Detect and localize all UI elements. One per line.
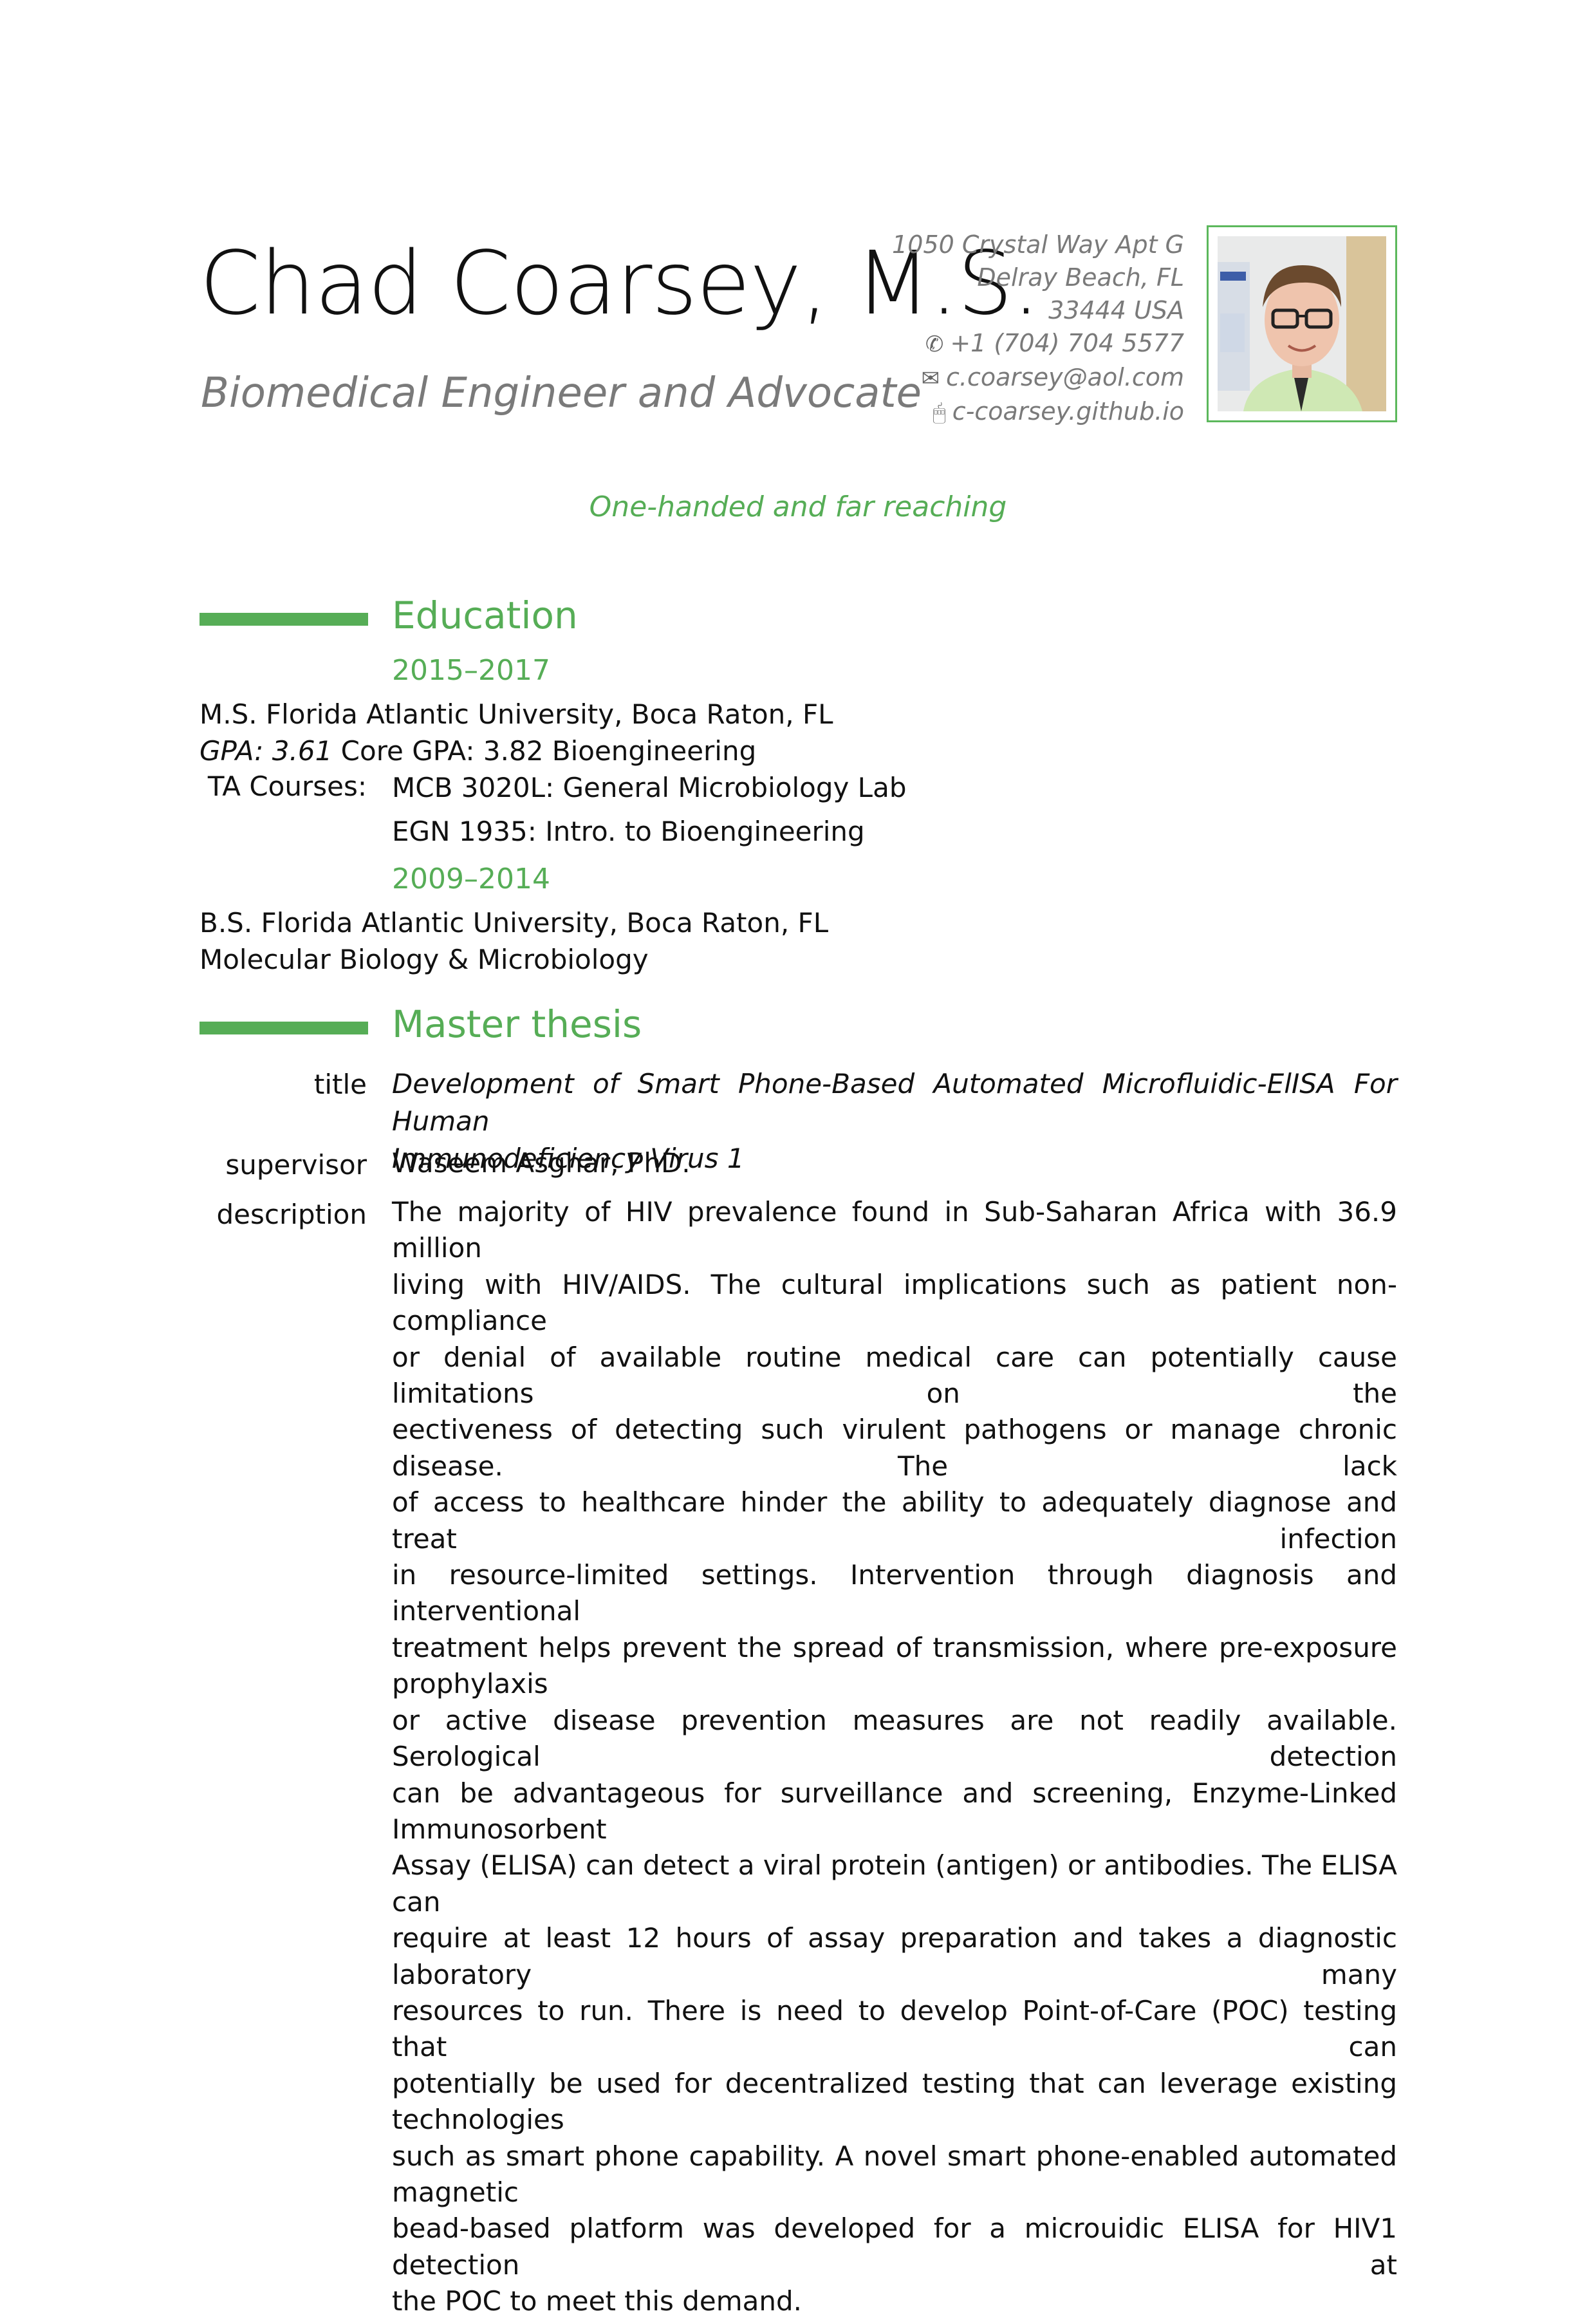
education-major-bs: Molecular Biology & Microbiology [200,944,649,975]
thesis-description: The majority of HIV prevalence found in … [392,1194,1397,2320]
address-line-1: 1050 Crystal Way Apt G [892,230,1184,259]
education-gpa: GPA: 3.61 [200,735,333,767]
description-line: can be advantageous for surveillance and… [392,1777,1397,1845]
candidate-subtitle: Biomedical Engineer and Advocate [201,370,922,417]
profile-photo-image [1218,236,1386,411]
contact-block: 1050 Crystal Way Apt G Delray Beach, FL … [849,229,1184,429]
education-degree-bs: B.S. Florida Atlantic University, Boca R… [200,907,829,939]
ta-course-item: EGN 1935: Intro. to Bioengineering [392,816,865,847]
phone-row: ✆ +1 (704) 704 5577 [849,327,1184,361]
ta-courses-label: TA Courses: [207,771,367,802]
section-title-thesis: Master thesis [392,1002,642,1046]
thesis-description-label: description [216,1199,367,1230]
thesis-title-line: Development of Smart Phone-Based Automat… [392,1068,1397,1137]
description-line: or active disease prevention measures ar… [392,1704,1397,1773]
description-line: resources to run. There is need to devel… [392,1994,1397,2063]
profile-photo [1207,225,1397,422]
description-line: Assay (ELISA) can detect a viral protein… [392,1849,1397,1918]
ta-course-item: MCB 3020L: General Microbiology Lab [392,772,907,803]
section-bar-education [200,613,368,626]
description-line: such as smart phone capability. A novel … [392,2140,1397,2208]
description-line: or denial of available routine medical c… [392,1341,1397,1410]
description-line: the POC to meet this demand. [392,2285,803,2317]
description-line: living with HIV/AIDS. The cultural impli… [392,1268,1397,1337]
thesis-supervisor: Waseem Asghar, PhD. [392,1147,691,1179]
website-row[interactable]: 🖱 c-coarsey.github.io [849,395,1184,429]
tagline-quote: One-handed and far reaching [589,491,1007,523]
description-line: bead-based platform was developed for a … [392,2212,1397,2281]
description-line: of access to healthcare hinder the abili… [392,1486,1397,1555]
section-bar-thesis [200,1022,368,1034]
education-date-ms: 2015–2017 [392,654,550,687]
description-line: treatment helps prevent the spread of tr… [392,1631,1397,1700]
description-line: eectiveness of detecting such virulent p… [392,1414,1397,1482]
education-gpa-row: GPA: 3.61 Core GPA: 3.82 Bioengineering [200,734,756,769]
education-date-bs: 2009–2014 [392,863,550,895]
phone-icon: ✆ [925,332,944,357]
website-link[interactable]: c-coarsey.github.io [952,397,1184,426]
description-line: in resource-limited settings. Interventi… [392,1559,1397,1627]
section-title-education: Education [392,594,578,637]
description-line: potentially be used for decentralized te… [392,2067,1397,2136]
address-line-3: 33444 USA [1048,296,1184,324]
mouse-icon: 🖱 [933,400,946,426]
thesis-supervisor-label: supervisor [225,1149,367,1181]
thesis-title-label: title [313,1069,367,1100]
education-degree-ms: M.S. Florida Atlantic University, Boca R… [200,698,833,730]
address-line-2: Delray Beach, FL [977,263,1184,292]
email-link[interactable]: c.coarsey@aol.com [946,363,1184,391]
email-row[interactable]: ✉ c.coarsey@aol.com [849,361,1184,395]
envelope-icon: ✉ [921,366,940,391]
phone-number: +1 (704) 704 5577 [950,329,1184,357]
description-line: require at least 12 hours of assay prepa… [392,1922,1397,1990]
description-line: The majority of HIV prevalence found in … [392,1196,1397,1264]
education-core-gpa: Core GPA: 3.82 Bioengineering [340,735,757,767]
